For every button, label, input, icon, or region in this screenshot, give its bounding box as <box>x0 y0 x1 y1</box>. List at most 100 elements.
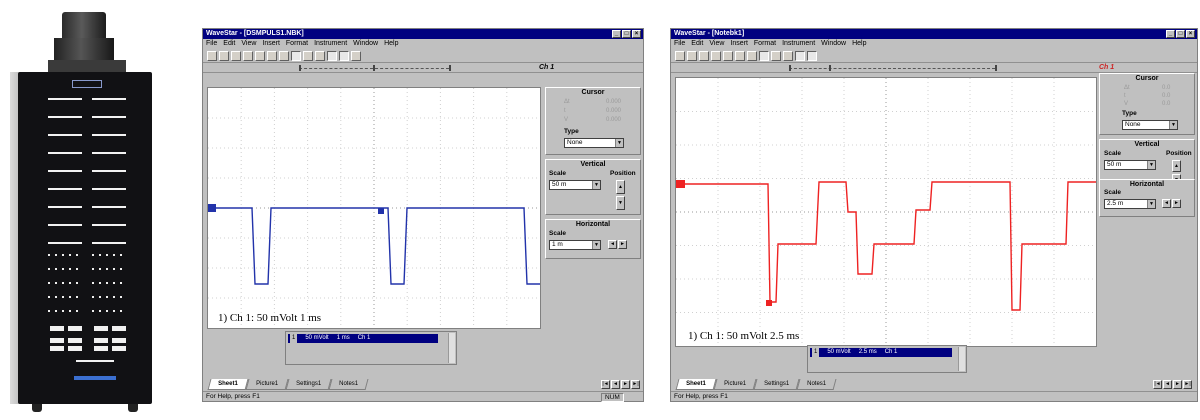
open-icon[interactable] <box>219 51 229 61</box>
stop-icon[interactable] <box>339 51 349 61</box>
device-slot <box>94 326 108 331</box>
menu-window[interactable]: Window <box>353 39 378 49</box>
tab-picture1[interactable]: Picture1 <box>713 379 757 390</box>
menu-edit[interactable]: Edit <box>691 39 703 49</box>
window-1-title: WaveStar - [DSMPULS1.NBK] <box>206 30 304 37</box>
horizontal-right-button[interactable]: ► <box>618 240 627 249</box>
record-length-ruler[interactable]: Ch 1 <box>203 63 643 73</box>
tab-sheet1[interactable]: Sheet1 <box>675 379 717 390</box>
vertical-scale-select[interactable]: 50 m ▼ <box>549 180 601 190</box>
type-select[interactable]: None ▼ <box>1122 120 1178 130</box>
run-icon[interactable] <box>795 51 805 61</box>
save-icon[interactable] <box>231 51 241 61</box>
run-icon[interactable] <box>327 51 337 61</box>
tab-picture1[interactable]: Picture1 <box>245 379 289 390</box>
maximize-button[interactable]: □ <box>622 30 631 38</box>
last-tab-button[interactable]: ►| <box>631 380 640 389</box>
print-icon[interactable] <box>711 51 721 61</box>
position-up-button[interactable]: ▲ <box>1172 160 1181 172</box>
vertical-scale-select[interactable]: 50 m ▼ <box>1104 160 1156 170</box>
menu-instrument[interactable]: Instrument <box>314 39 347 49</box>
horizontal-left-button[interactable]: ◄ <box>608 240 617 249</box>
close-button[interactable]: × <box>1186 30 1195 38</box>
device-indicator-row <box>76 360 114 362</box>
next-tab-button[interactable]: ► <box>1173 380 1182 389</box>
menu-insert[interactable]: Insert <box>730 39 748 49</box>
help-icon[interactable] <box>351 51 361 61</box>
grid-icon[interactable] <box>315 51 325 61</box>
device-indicator-row <box>48 152 82 154</box>
horizontal-scale-select[interactable]: 2.5 m ▼ <box>1104 199 1156 209</box>
new-icon[interactable] <box>675 51 685 61</box>
maximize-button[interactable]: □ <box>1176 30 1185 38</box>
paste-icon[interactable] <box>747 51 757 61</box>
cut-icon[interactable] <box>723 51 733 61</box>
grid-icon[interactable] <box>783 51 793 61</box>
copy-icon[interactable] <box>267 51 277 61</box>
horizontal-left-button[interactable]: ◄ <box>1162 199 1171 208</box>
minimize-button[interactable]: _ <box>612 30 621 38</box>
type-select[interactable]: None ▼ <box>564 138 624 148</box>
menu-help[interactable]: Help <box>852 39 866 49</box>
prev-tab-button[interactable]: ◄ <box>1163 380 1172 389</box>
horizontal-scale-select[interactable]: 1 m ▼ <box>549 240 601 250</box>
window-2-title: WaveStar - [Notebk1] <box>674 30 745 37</box>
menu-help[interactable]: Help <box>384 39 398 49</box>
channel-list-box: 1 50 mVolt 2.5 ms Ch 1 <box>807 345 967 373</box>
window-1-toolbar <box>203 49 643 63</box>
open-icon[interactable] <box>687 51 697 61</box>
menu-window[interactable]: Window <box>821 39 846 49</box>
zoom-icon[interactable] <box>771 51 781 61</box>
stop-icon[interactable] <box>807 51 817 61</box>
tab-notes1[interactable]: Notes1 <box>328 379 369 390</box>
vertical-position-label: Position <box>610 170 636 177</box>
menu-format[interactable]: Format <box>754 39 776 49</box>
menu-view[interactable]: View <box>241 39 256 49</box>
paste-icon[interactable] <box>279 51 289 61</box>
horizontal-right-button[interactable]: ► <box>1172 199 1181 208</box>
tab-settings1[interactable]: Settings1 <box>285 379 332 390</box>
device-indicator-row <box>48 116 82 118</box>
oscilloscope-display[interactable]: 1) Ch 1: 50 mVolt 2.5 ms <box>675 77 1097 347</box>
save-icon[interactable] <box>699 51 709 61</box>
last-tab-button[interactable]: ►| <box>1183 380 1192 389</box>
menu-instrument[interactable]: Instrument <box>782 39 815 49</box>
position-down-button[interactable]: ▼ <box>616 196 625 210</box>
device-led-row <box>92 310 126 312</box>
new-icon[interactable] <box>207 51 217 61</box>
position-up-button[interactable]: ▲ <box>616 180 625 194</box>
menu-edit[interactable]: Edit <box>223 39 235 49</box>
cursor-tool-icon[interactable] <box>291 51 301 61</box>
device-indicator-row <box>92 170 126 172</box>
channel-list-scrollbar[interactable] <box>958 347 965 371</box>
close-button[interactable]: × <box>632 30 641 38</box>
horizontal-title: Horizontal <box>575 221 611 228</box>
minimize-button[interactable]: _ <box>1166 30 1175 38</box>
cursor-tool-icon[interactable] <box>759 51 769 61</box>
tab-notes1[interactable]: Notes1 <box>796 379 837 390</box>
cut-icon[interactable] <box>255 51 265 61</box>
zoom-icon[interactable] <box>303 51 313 61</box>
first-tab-button[interactable]: |◄ <box>601 380 610 389</box>
first-tab-button[interactable]: |◄ <box>1153 380 1162 389</box>
next-tab-button[interactable]: ► <box>621 380 630 389</box>
menu-view[interactable]: View <box>709 39 724 49</box>
print-icon[interactable] <box>243 51 253 61</box>
device-blue-stripe <box>74 376 116 380</box>
menu-file[interactable]: File <box>674 39 685 49</box>
channel-1-marker <box>208 204 216 212</box>
channel-row[interactable]: 1 50 mVolt 2.5 ms Ch 1 <box>810 348 952 357</box>
channel-row[interactable]: 1 50 mVolt 1 ms Ch 1 <box>288 334 438 343</box>
chevron-down-icon: ▼ <box>592 181 600 189</box>
tab-settings1[interactable]: Settings1 <box>753 379 800 390</box>
record-length-ruler[interactable]: Ch 1 <box>671 63 1197 73</box>
menu-format[interactable]: Format <box>286 39 308 49</box>
channel-list-scrollbar[interactable] <box>448 333 455 363</box>
tab-sheet1[interactable]: Sheet1 <box>207 379 249 390</box>
copy-icon[interactable] <box>735 51 745 61</box>
menu-insert[interactable]: Insert <box>262 39 280 49</box>
menu-file[interactable]: File <box>206 39 217 49</box>
prev-tab-button[interactable]: ◄ <box>611 380 620 389</box>
oscilloscope-display[interactable]: 1) Ch 1: 50 mVolt 1 ms <box>207 87 541 329</box>
horizontal-scale-label: Scale <box>549 230 566 237</box>
